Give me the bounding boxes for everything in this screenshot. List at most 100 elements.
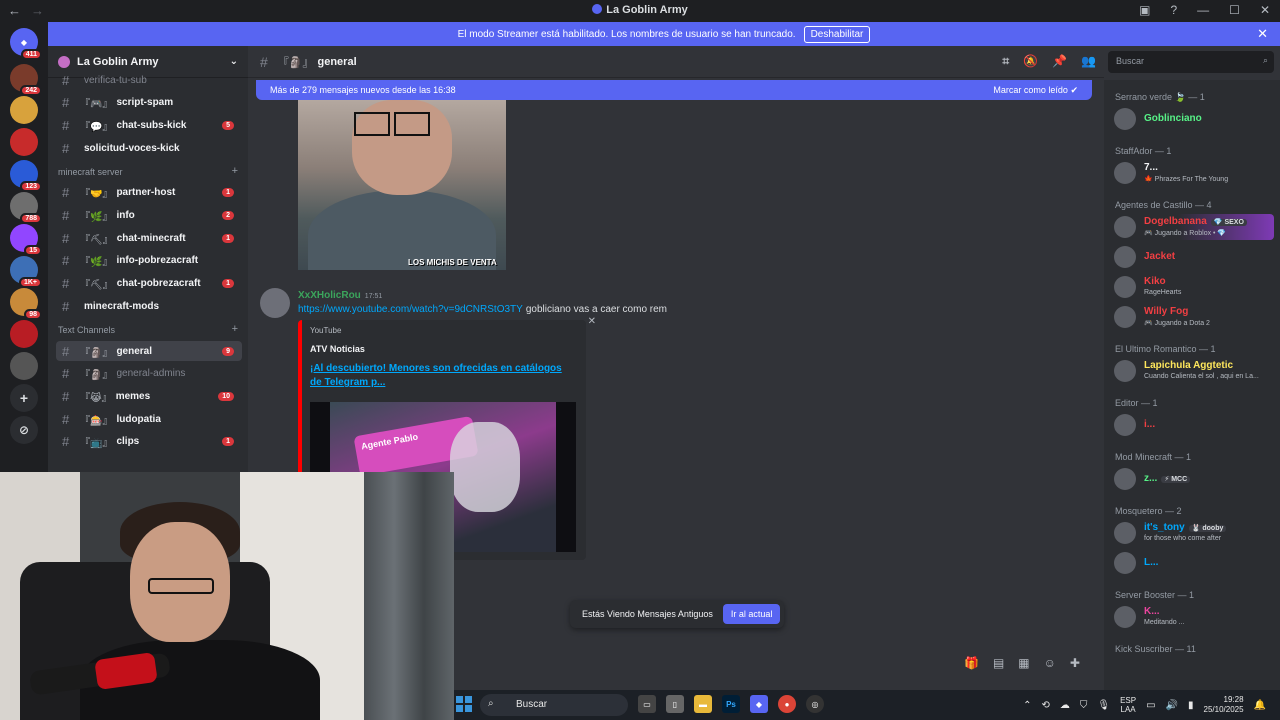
taskbar-search[interactable]: ⌕ Buscar — [480, 694, 628, 716]
add-channel-icon[interactable]: + — [232, 323, 238, 335]
member-item[interactable]: Willy Fog 🎮 Jugando a Dota 2 — [1114, 304, 1274, 330]
tray-icon[interactable]: ⟲ — [1041, 700, 1049, 711]
add-server-icon[interactable]: + — [10, 384, 38, 412]
server-icon[interactable]: 788 — [10, 192, 42, 224]
channel-item[interactable]: # 『🎮』 script-spam — [56, 93, 242, 113]
chevron-down-icon[interactable]: ⌄ — [230, 56, 238, 67]
channel-item[interactable]: # minecraft-mods — [56, 296, 242, 316]
member-name: z... — [1144, 473, 1158, 484]
member-item[interactable]: z... ⚡ MCC — [1114, 466, 1274, 492]
channel-prefix: 『🗿』 — [80, 370, 113, 382]
discover-icon[interactable]: ⊘ — [10, 416, 38, 444]
onedrive-icon[interactable]: ☁ — [1060, 700, 1070, 711]
app-icon[interactable]: ▯ — [666, 695, 684, 713]
mic-icon[interactable]: 🎙 — [1097, 700, 1110, 711]
banner-close-icon[interactable]: ✕ — [1257, 26, 1268, 42]
server-icon[interactable] — [10, 128, 38, 156]
meme-image[interactable]: LOS MICHIS DE VENTA — [298, 100, 506, 270]
clock[interactable]: 19:28 25/10/2025 — [1204, 695, 1244, 715]
server-icon[interactable]: 98 — [10, 288, 42, 320]
member-item[interactable]: 7... 🍁 Phrazes For The Young — [1114, 160, 1274, 186]
task-view-icon[interactable]: ▭ — [638, 695, 656, 713]
member-item[interactable]: Jacket — [1114, 244, 1274, 270]
gift-icon[interactable]: 🎁 — [964, 656, 979, 670]
notification-icon[interactable]: 🔔 — [1254, 700, 1266, 711]
channel-item[interactable]: # 『🌿』 info-pobrezacraft — [56, 251, 242, 271]
server-icon[interactable] — [10, 352, 38, 380]
member-item[interactable]: Lapichula Aggtetic Cuando Calienta el sol… — [1114, 358, 1274, 384]
category-header[interactable]: minecraft server — [58, 167, 123, 177]
volume-icon[interactable]: 🔊 — [1166, 700, 1178, 711]
pin-icon[interactable]: 📌 — [1052, 54, 1067, 69]
help-icon[interactable]: ? — [1170, 3, 1177, 17]
channel-item[interactable]: # 『🌿』 info 2 — [56, 206, 242, 226]
channel-item[interactable]: # 『🗿』 general-admins — [56, 364, 242, 384]
channel-item[interactable]: # 『⛏』 chat-pobrezacraft 1 — [56, 274, 242, 294]
shield-icon[interactable]: ⛉ — [1080, 700, 1088, 711]
sticker-icon[interactable]: ▦ — [1018, 656, 1029, 670]
language-indicator[interactable]: ESP LAA — [1120, 696, 1136, 714]
twitch-server-icon[interactable]: 15 — [10, 224, 42, 256]
close-icon[interactable]: ✕ — [1260, 3, 1270, 17]
member-item[interactable]: K... Meditando ... — [1114, 604, 1274, 630]
embed-close-icon[interactable]: ✕ — [588, 316, 596, 327]
channel-item[interactable]: # 『🤝』 partner-host 1 — [56, 183, 242, 203]
search-input[interactable]: Buscar ⌕ — [1108, 51, 1274, 73]
channel-item[interactable]: # 『🗿』 general 9 — [56, 341, 242, 361]
channel-item[interactable]: # 『💬』 chat-subs-kick 5 — [56, 115, 242, 135]
embed-title[interactable]: ¡Al descubierto! Menores son ofrecidas e… — [310, 362, 576, 390]
network-icon[interactable]: ▭ — [1146, 700, 1155, 711]
channel-item[interactable]: # 『😹』 memes 10 — [56, 386, 242, 406]
maximize-icon[interactable]: ☐ — [1229, 3, 1240, 17]
server-icon[interactable]: 242 — [10, 64, 42, 96]
channel-item[interactable]: # 『📺』 clips 1 — [56, 432, 242, 452]
mark-read-button[interactable]: Marcar como leído ✔ — [993, 85, 1078, 96]
start-button[interactable] — [456, 696, 472, 712]
jump-to-present-button[interactable]: Ir al actual — [722, 604, 781, 624]
gif-icon[interactable]: ▤ — [993, 656, 1004, 670]
discord-icon[interactable]: ◆ — [750, 695, 768, 713]
disable-streamer-button[interactable]: Deshabilitar — [803, 25, 871, 43]
channel-prefix: 『🗿』 — [80, 347, 113, 359]
chrome-icon[interactable]: ● — [778, 695, 796, 713]
channel-item[interactable]: # verifica-tu-sub — [56, 70, 242, 90]
channel-item[interactable]: # 『🎰』 ludopatia — [56, 409, 242, 429]
app-icon[interactable]: ◎ — [806, 695, 824, 713]
add-channel-icon[interactable]: + — [232, 165, 238, 177]
message-link[interactable]: https://www.youtube.com/watch?v=9dCNRStO… — [298, 304, 523, 315]
chevron-up-icon[interactable]: ⌃ — [1023, 700, 1031, 711]
battery-icon[interactable]: ▮ — [1188, 700, 1194, 711]
inbox-icon[interactable]: ▣ — [1139, 3, 1150, 17]
channel-item[interactable]: # 『⛏』 chat-minecraft 1 — [56, 228, 242, 248]
file-explorer-icon[interactable]: ▬ — [694, 695, 712, 713]
new-messages-bar[interactable]: Más de 279 mensajes nuevos desde las 16:… — [256, 80, 1092, 100]
emoji-icon[interactable]: ☺ — [1044, 656, 1056, 670]
member-status: 🎮 Jugando a Dota 2 — [1144, 320, 1210, 327]
member-item[interactable]: Goblinciano — [1114, 106, 1274, 132]
threads-icon[interactable]: ⌗ — [1002, 54, 1009, 69]
member-list-icon[interactable]: 👥 — [1081, 54, 1096, 69]
search-icon: ⌕ — [1262, 55, 1268, 65]
avatar[interactable] — [260, 288, 290, 318]
member-item[interactable]: it's_tony 🐰 dooby for those who come after — [1114, 520, 1274, 546]
mute-icon[interactable]: 🔕 — [1023, 54, 1038, 69]
member-item[interactable]: Dogelbanana 💎 SEXO 🎮 Jugando a Roblox • 💎 — [1114, 214, 1274, 240]
apps-icon[interactable]: ✚ — [1070, 656, 1080, 670]
photoshop-icon[interactable]: Ps — [722, 695, 740, 713]
server-icon[interactable] — [10, 320, 38, 348]
avatar — [1114, 162, 1136, 184]
home-button[interactable]: ◆ 411 — [10, 28, 42, 60]
embed-provider[interactable]: YouTube — [310, 326, 341, 335]
server-icon[interactable]: 123 — [10, 160, 42, 192]
category-header[interactable]: Text Channels — [58, 325, 115, 335]
minimize-icon[interactable]: — — [1197, 3, 1209, 17]
channel-item[interactable]: # solicitud-voces-kick — [56, 138, 242, 158]
server-icon[interactable] — [10, 96, 38, 124]
member-item[interactable]: i... — [1114, 412, 1274, 438]
member-item[interactable]: Kiko RageHearts — [1114, 274, 1274, 300]
embed-author[interactable]: ATV Noticias — [310, 344, 365, 354]
server-icon[interactable]: 1K+ — [10, 256, 42, 288]
member-item[interactable]: L... — [1114, 550, 1274, 576]
message-author[interactable]: XxXHolicRou 17:51 — [298, 290, 382, 301]
old-messages-pill: Estás Viendo Mensajes Antiguos Ir al act… — [570, 600, 784, 628]
